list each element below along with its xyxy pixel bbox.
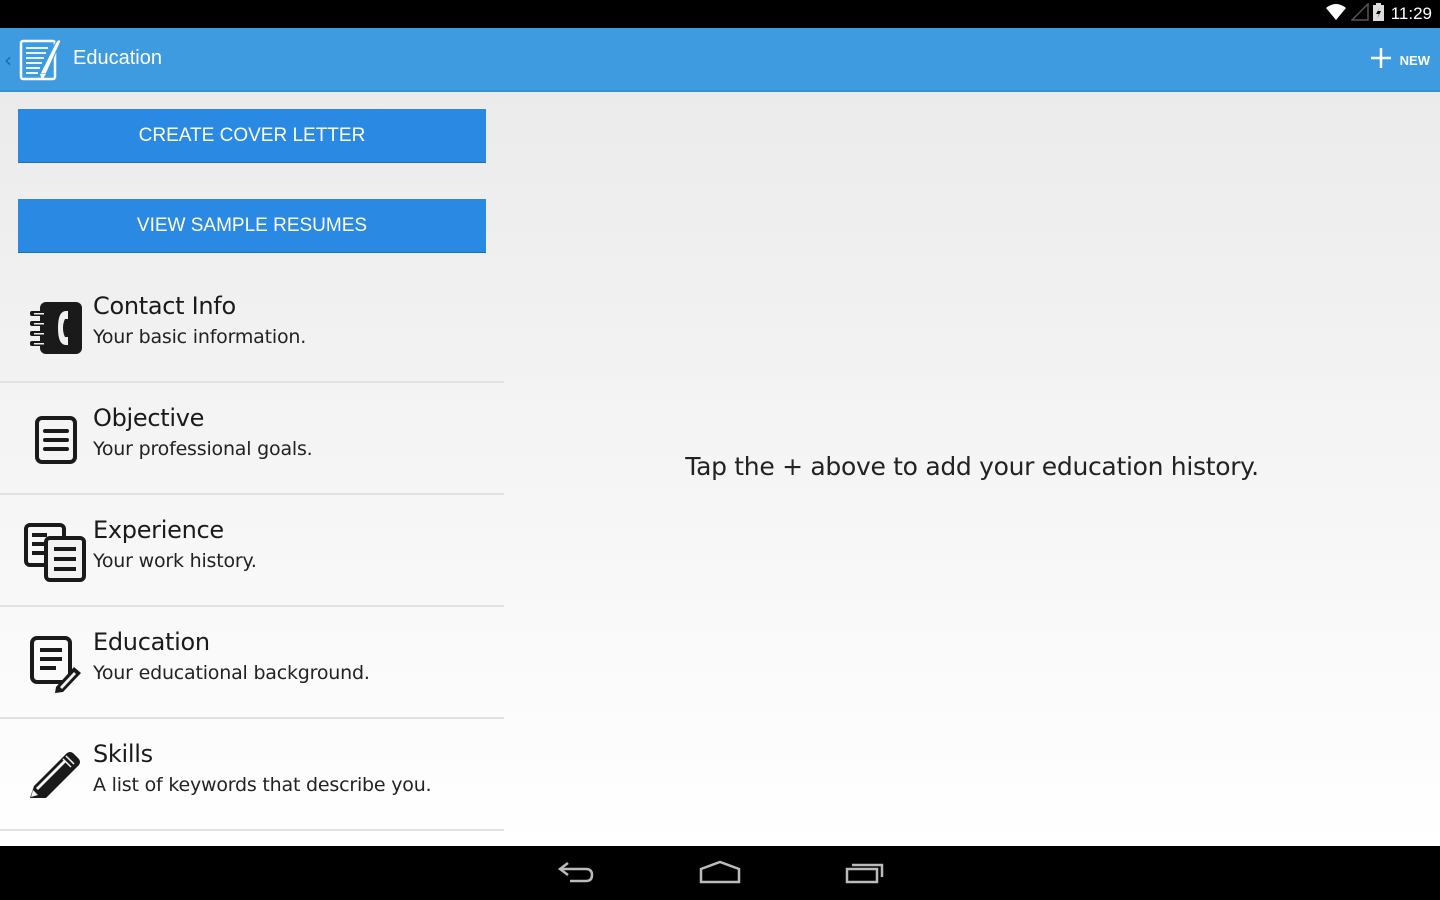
section-item-skills[interactable]: Skills A list of keywords that describe … (0, 719, 504, 831)
action-bar-title: Education (73, 47, 162, 69)
section-title: Experience (93, 516, 224, 544)
section-item-objective[interactable]: Objective Your professional goals. (0, 383, 504, 495)
battery-charging-icon (1372, 3, 1384, 25)
section-subtitle: Your basic information. (93, 326, 307, 348)
content-area: CREATE COVER LETTER VIEW SAMPLE RESUMES (0, 92, 1440, 846)
resume-notepad-icon[interactable] (18, 36, 64, 82)
view-sample-resumes-button[interactable]: VIEW SAMPLE RESUMES (18, 199, 486, 253)
plus-icon (1370, 47, 1392, 73)
section-title: Contact Info (93, 292, 236, 320)
signal-icon (1349, 2, 1369, 25)
home-button[interactable] (690, 854, 750, 894)
section-item-experience[interactable]: Experience Your work history. (0, 495, 504, 607)
section-title: Objective (93, 404, 205, 432)
section-title: Education (93, 628, 210, 656)
chevron-left-icon[interactable]: ‹ (4, 48, 12, 72)
back-icon (556, 860, 596, 888)
recent-apps-button[interactable] (835, 854, 895, 894)
recent-apps-icon (844, 860, 886, 888)
action-bar: ‹ Education NEW (0, 28, 1440, 92)
create-cover-letter-button[interactable]: CREATE COVER LETTER (18, 109, 486, 163)
section-subtitle: Your work history. (93, 550, 257, 572)
contact-book-icon (22, 299, 88, 357)
left-pane: CREATE COVER LETTER VIEW SAMPLE RESUMES (0, 92, 504, 846)
section-subtitle: Your educational background. (93, 662, 370, 684)
section-item-contact-info[interactable]: Contact Info Your basic information. (0, 271, 504, 383)
right-pane: Tap the + above to add your education hi… (504, 92, 1440, 846)
section-subtitle: Your professional goals. (93, 438, 313, 460)
wifi-icon (1325, 3, 1347, 25)
back-button[interactable] (546, 854, 606, 894)
section-item-education[interactable]: Education Your educational background. (0, 607, 504, 719)
section-title: Skills (93, 740, 153, 768)
documents-stack-icon (22, 523, 88, 582)
pencil-icon (22, 747, 88, 805)
document-edit-icon (22, 635, 88, 693)
status-bar: 11:29 (0, 0, 1440, 28)
new-button[interactable]: NEW (1368, 38, 1432, 82)
status-time: 11:29 (1390, 4, 1432, 23)
status-icons: 11:29 (1325, 0, 1432, 28)
home-icon (698, 860, 742, 888)
section-list: Contact Info Your basic information. Obj… (0, 271, 504, 831)
section-subtitle: A list of keywords that describe you. (93, 774, 432, 796)
document-icon (22, 411, 88, 469)
empty-state-message: Tap the + above to add your education hi… (685, 452, 1259, 481)
new-button-label: NEW (1399, 52, 1430, 68)
navigation-bar (0, 846, 1440, 900)
